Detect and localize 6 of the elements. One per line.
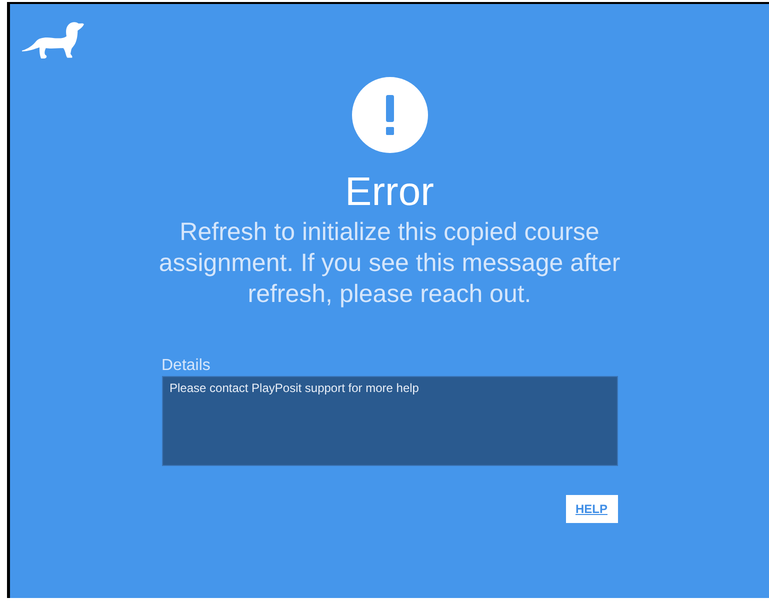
error-title: Error (345, 169, 434, 215)
help-button[interactable]: HELP (566, 495, 618, 523)
error-message: Refresh to initialize this copied course assignment. If you see this message after refresh, please reach out. (158, 217, 622, 310)
exclamation-icon (352, 77, 428, 153)
details-text: Please contact PlayPosit support for more help (162, 376, 618, 466)
details-label: Details (162, 356, 210, 376)
